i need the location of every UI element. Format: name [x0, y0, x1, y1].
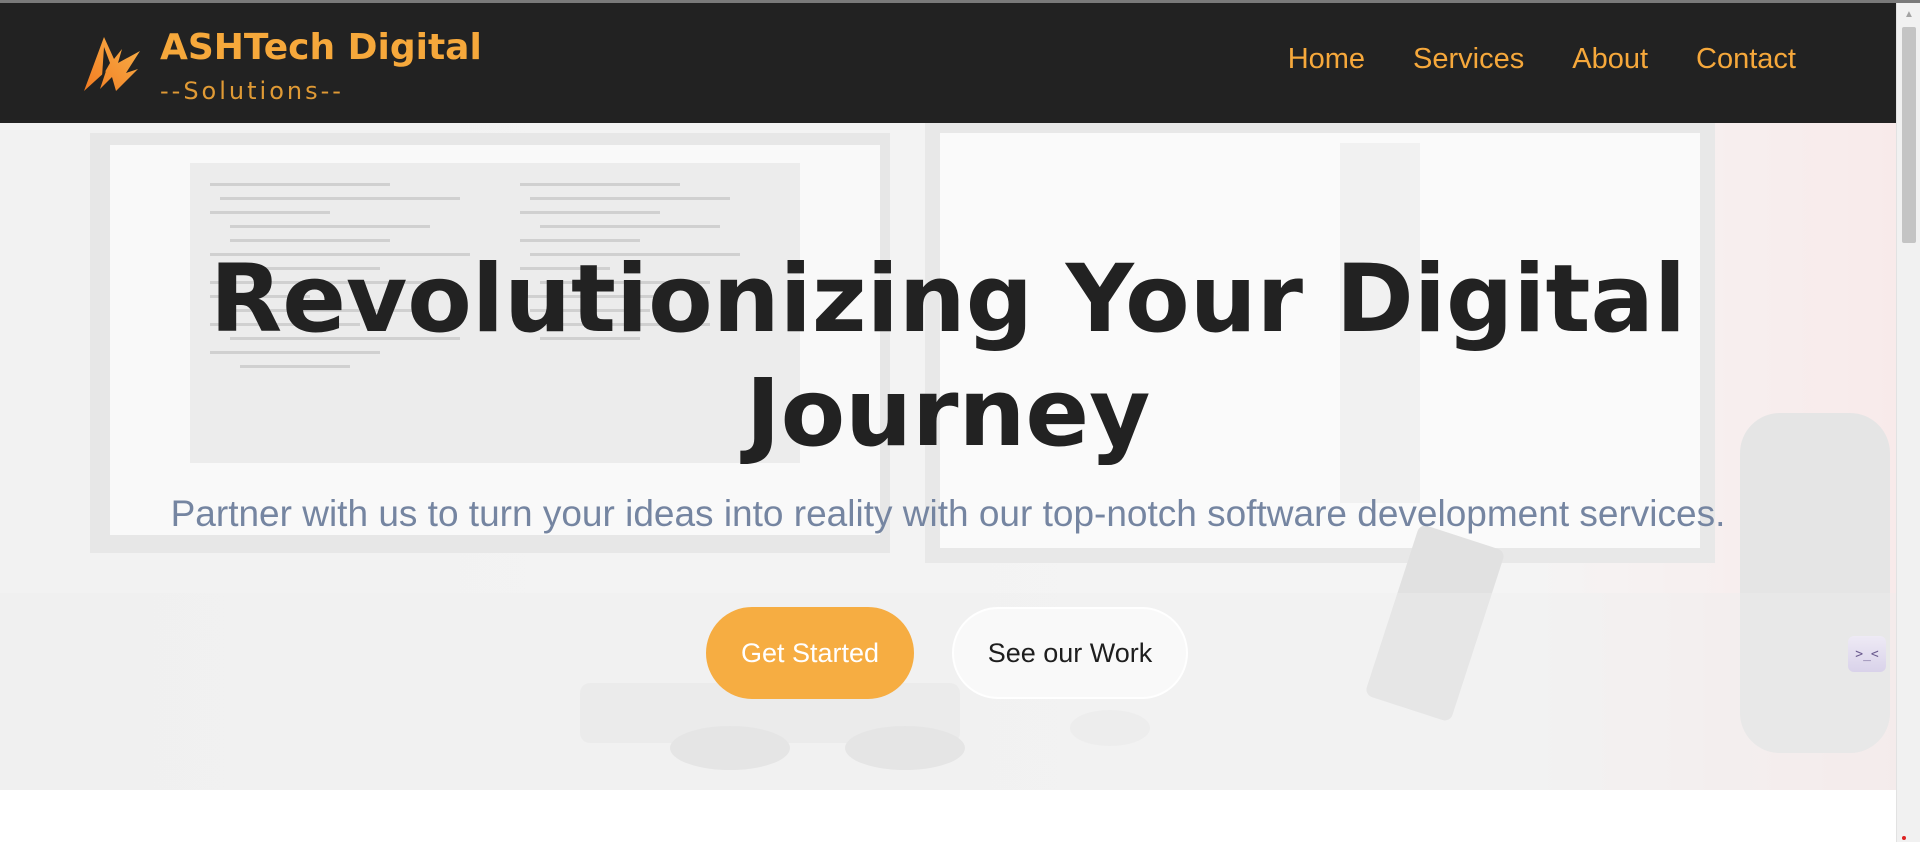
see-our-work-button[interactable]: See our Work: [952, 607, 1188, 699]
nav-link-home[interactable]: Home: [1288, 43, 1365, 76]
nav-link-about[interactable]: About: [1572, 43, 1648, 76]
get-started-button[interactable]: Get Started: [706, 607, 914, 699]
scroll-up-arrow-icon[interactable]: ▲: [1897, 9, 1920, 23]
chat-widget-icon[interactable]: >_<: [1848, 636, 1886, 672]
notification-dot: [1902, 836, 1906, 840]
brand-name[interactable]: ASHTech Digital: [160, 27, 482, 68]
nav-link-contact[interactable]: Contact: [1696, 43, 1796, 76]
vertical-scrollbar[interactable]: ▲: [1896, 3, 1920, 842]
hero-title-line-2: Journey: [745, 359, 1151, 468]
window-top-border: [0, 0, 1920, 3]
page: ASHTech Digital --Solutions-- Home Servi…: [0, 0, 1896, 842]
main-nav: Home Services About Contact: [1288, 43, 1796, 76]
hero-title: Revolutionizing Your Digital Journey: [0, 243, 1896, 471]
brand-logo-icon[interactable]: [82, 33, 146, 93]
brand-tagline: --Solutions--: [160, 77, 344, 105]
hero-subtitle: Partner with us to turn your ideas into …: [170, 493, 1726, 534]
hero-title-line-1: Revolutionizing Your Digital: [209, 245, 1687, 354]
nav-link-services[interactable]: Services: [1413, 43, 1524, 76]
site-header: ASHTech Digital --Solutions-- Home Servi…: [0, 3, 1896, 123]
hero-section: Revolutionizing Your Digital Journey Par…: [0, 123, 1896, 790]
chat-widget-glyph: >_<: [1855, 646, 1879, 662]
scrollbar-thumb[interactable]: [1902, 27, 1916, 243]
